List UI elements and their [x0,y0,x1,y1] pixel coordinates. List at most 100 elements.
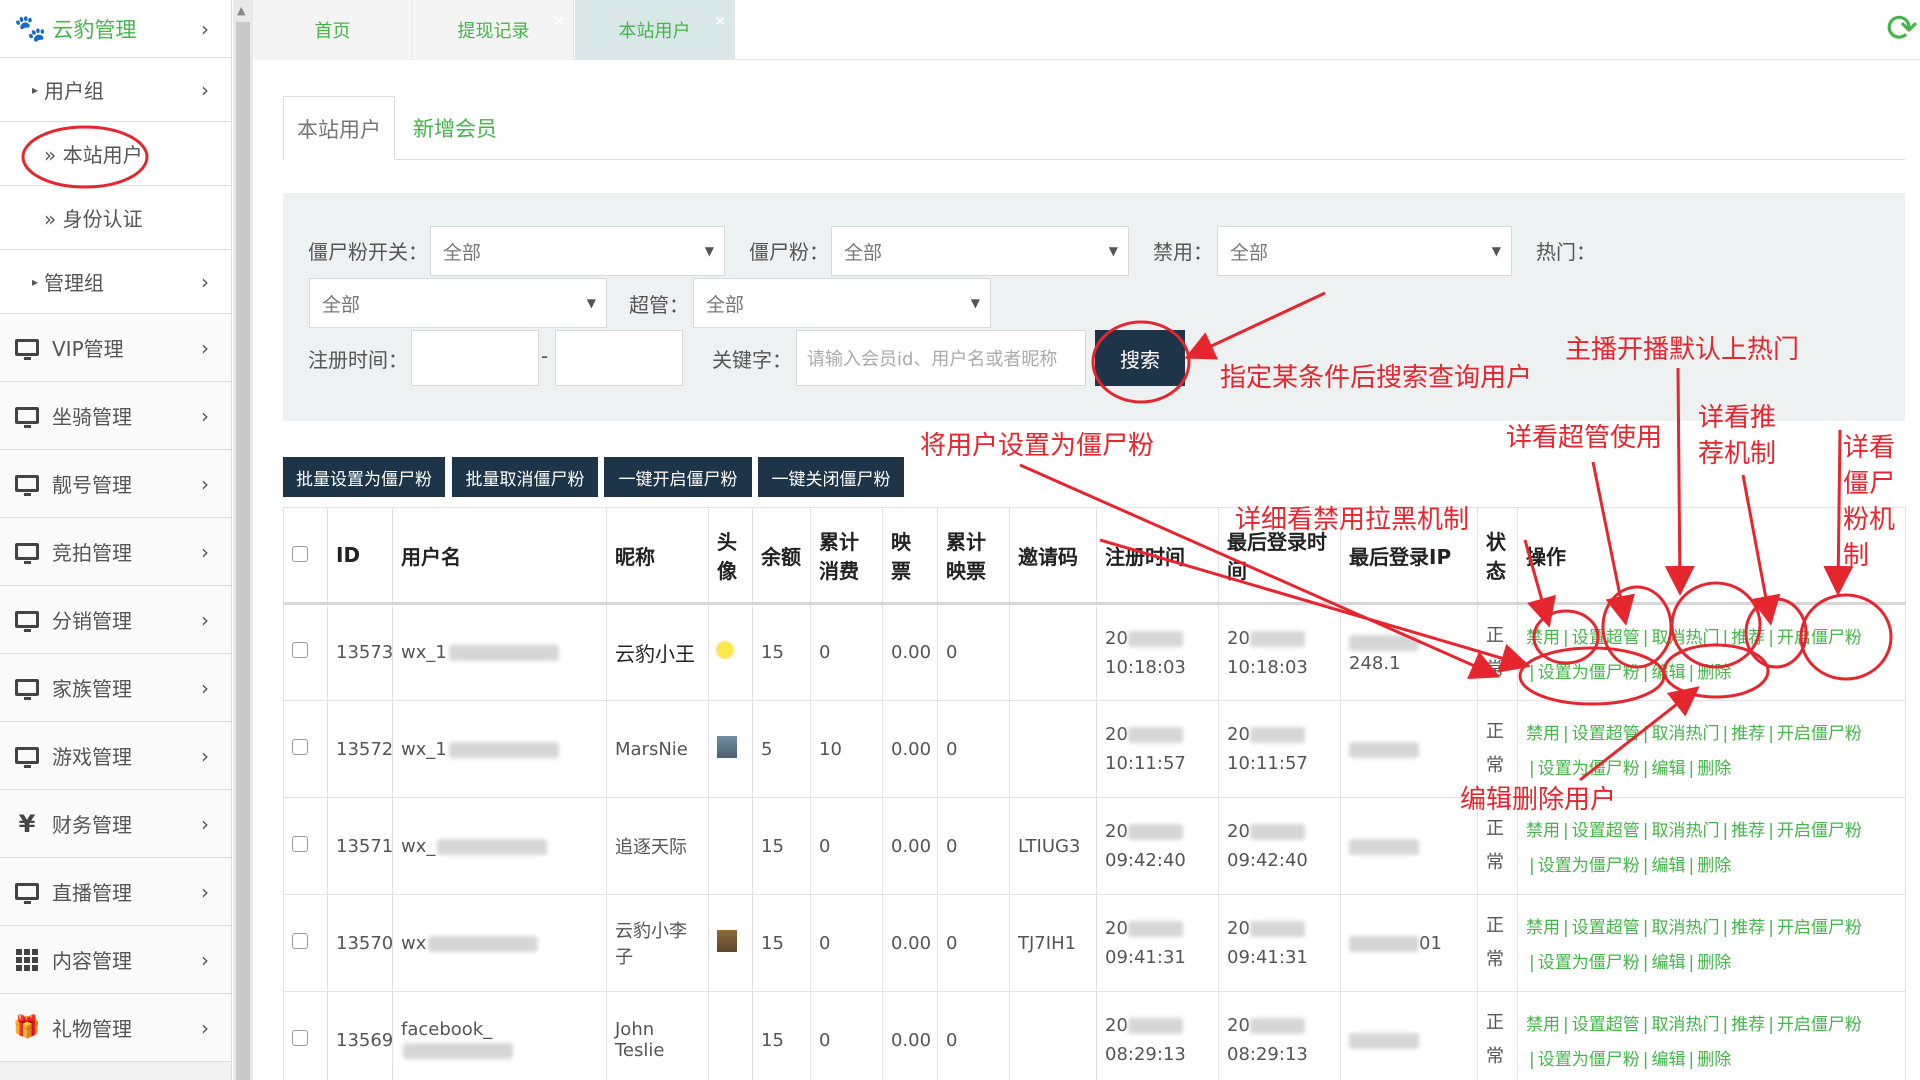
op-link-b2[interactable]: 删除 [1697,953,1731,973]
col-regtime[interactable]: 注册时间 [1096,507,1219,605]
regtime-end-input[interactable] [555,330,683,386]
sidebar-brand[interactable]: 🐾 云豹管理 › [0,0,231,58]
ban-select[interactable]: 全部 ▼ [1217,226,1512,276]
zombie-select[interactable]: 全部 ▼ [831,226,1129,276]
op-link-b1[interactable]: 编辑 [1651,1050,1685,1070]
tab-site-users[interactable]: 本站用户 ✕ [575,0,735,60]
zombie-switch-select[interactable]: 全部 ▼ [430,226,725,276]
sidebar-item-finance[interactable]: ¥ 财务管理 › [0,790,231,858]
op-link-1[interactable]: 设置超管 [1572,918,1640,938]
disable-zombie-button[interactable]: 一键关闭僵尸粉 [758,457,904,497]
keyword-input[interactable]: 请输入会员id、用户名或者昵称 [796,330,1086,386]
op-link-b1[interactable]: 编辑 [1651,856,1685,876]
op-link-b1[interactable]: 编辑 [1651,663,1685,683]
op-link-b0[interactable]: 设置为僵尸粉 [1538,953,1640,973]
op-link-1[interactable]: 设置超管 [1572,628,1640,648]
sidebar-item-site-users[interactable]: » 本站用户 [0,122,231,186]
col-consume[interactable]: 累计消费 [810,507,883,605]
op-link-b0[interactable]: 设置为僵尸粉 [1538,856,1640,876]
close-icon[interactable]: ✕ [553,14,565,30]
sidebar-item-user-group[interactable]: ▸ 用户组 › [0,58,231,122]
sidebar-item-liang[interactable]: 靓号管理 › [0,450,231,518]
sidebar-item-identity[interactable]: » 身份认证 [0,186,231,250]
op-link-2[interactable]: 取消热门 [1651,918,1719,938]
col-nickname[interactable]: 昵称 [606,507,709,605]
regtime-start-input[interactable] [411,330,539,386]
bulk-set-zombie-button[interactable]: 批量设置为僵尸粉 [283,457,445,497]
sidebar-item-live[interactable]: 直播管理 › [0,858,231,926]
tab-withdraw-records[interactable]: 提现记录 ✕ [414,0,574,60]
op-link-b1[interactable]: 编辑 [1651,953,1685,973]
row-checkbox[interactable] [292,932,308,949]
sidebar-item-admin-group[interactable]: ▸ 管理组 › [0,250,231,314]
op-link-4[interactable]: 开启僵尸粉 [1777,1015,1862,1035]
op-link-0[interactable]: 禁用 [1526,821,1560,841]
sidebar-item-game[interactable]: 游戏管理 › [0,722,231,790]
tab-home[interactable]: 首页 [253,0,413,60]
tab-new-members[interactable]: 新增会员 [400,96,510,160]
op-link-0[interactable]: 禁用 [1526,1015,1560,1035]
hot-select[interactable]: 全部 ▼ [309,278,607,328]
op-link-2[interactable]: 取消热门 [1651,724,1719,744]
op-link-b1[interactable]: 编辑 [1651,759,1685,779]
tab-site-users-content[interactable]: 本站用户 [283,96,395,160]
op-link-4[interactable]: 开启僵尸粉 [1777,918,1862,938]
close-icon[interactable]: ✕ [714,14,726,30]
op-link-b0[interactable]: 设置为僵尸粉 [1538,663,1640,683]
op-link-3[interactable]: 推荐 [1731,918,1765,938]
col-total-ticket[interactable]: 累计映票 [937,507,1010,605]
op-link-1[interactable]: 设置超管 [1572,724,1640,744]
cell-balance: 15 [752,797,811,895]
op-link-2[interactable]: 取消热门 [1651,628,1719,648]
row-checkbox[interactable] [292,1029,308,1046]
sidebar-item-vip[interactable]: VIP管理 › [0,314,231,382]
col-username[interactable]: 用户名 [392,507,607,605]
sidebar-scrollbar[interactable]: ▲ [233,0,253,1080]
op-link-3[interactable]: 推荐 [1731,821,1765,841]
op-link-0[interactable]: 禁用 [1526,628,1560,648]
op-link-2[interactable]: 取消热门 [1651,821,1719,841]
op-link-0[interactable]: 禁用 [1526,724,1560,744]
sidebar-item-content[interactable]: 内容管理 › [0,926,231,994]
super-select[interactable]: 全部 ▼ [693,278,991,328]
op-link-0[interactable]: 禁用 [1526,918,1560,938]
op-link-3[interactable]: 推荐 [1731,724,1765,744]
sidebar-item-gift[interactable]: 🎁 礼物管理 › [0,994,231,1062]
op-link-3[interactable]: 推荐 [1731,1015,1765,1035]
op-link-4[interactable]: 开启僵尸粉 [1777,628,1862,648]
sidebar-item-auction[interactable]: 竞拍管理 › [0,518,231,586]
select-all-checkbox[interactable] [292,546,308,562]
op-link-b0[interactable]: 设置为僵尸粉 [1538,1050,1640,1070]
scrollbar-thumb[interactable] [236,22,250,1080]
cell-total-ticket: 0 [937,700,1010,798]
op-link-b2[interactable]: 删除 [1697,759,1731,779]
enable-zombie-button[interactable]: 一键开启僵尸粉 [604,457,752,497]
row-checkbox[interactable] [292,738,308,755]
scroll-up-icon[interactable]: ▲ [237,4,245,17]
sidebar-item-distribution[interactable]: 分销管理 › [0,586,231,654]
row-checkbox[interactable] [292,642,308,658]
op-link-b2[interactable]: 删除 [1697,663,1731,683]
col-id[interactable]: ID [327,507,393,605]
col-balance[interactable]: 余额 [752,507,811,605]
op-link-3[interactable]: 推荐 [1731,628,1765,648]
op-link-b0[interactable]: 设置为僵尸粉 [1538,759,1640,779]
col-status[interactable]: 状态 [1477,507,1518,605]
op-link-4[interactable]: 开启僵尸粉 [1777,821,1862,841]
refresh-icon[interactable]: ⟳ [1886,6,1918,50]
search-button[interactable]: 搜索 [1095,330,1185,386]
op-link-b2[interactable]: 删除 [1697,856,1731,876]
row-checkbox[interactable] [292,835,308,852]
op-link-2[interactable]: 取消热门 [1651,1015,1719,1035]
op-link-1[interactable]: 设置超管 [1572,1015,1640,1035]
sidebar-item-mount[interactable]: 坐骑管理 › [0,382,231,450]
col-ticket[interactable]: 映票 [882,507,938,605]
col-avatar[interactable]: 头像 [708,507,753,605]
op-link-1[interactable]: 设置超管 [1572,821,1640,841]
bulk-cancel-zombie-button[interactable]: 批量取消僵尸粉 [452,457,598,497]
op-link-4[interactable]: 开启僵尸粉 [1777,724,1862,744]
op-link-b2[interactable]: 删除 [1697,1050,1731,1070]
cell-invite [1009,603,1097,701]
sidebar-item-family[interactable]: 家族管理 › [0,654,231,722]
col-invite[interactable]: 邀请码 [1009,507,1097,605]
